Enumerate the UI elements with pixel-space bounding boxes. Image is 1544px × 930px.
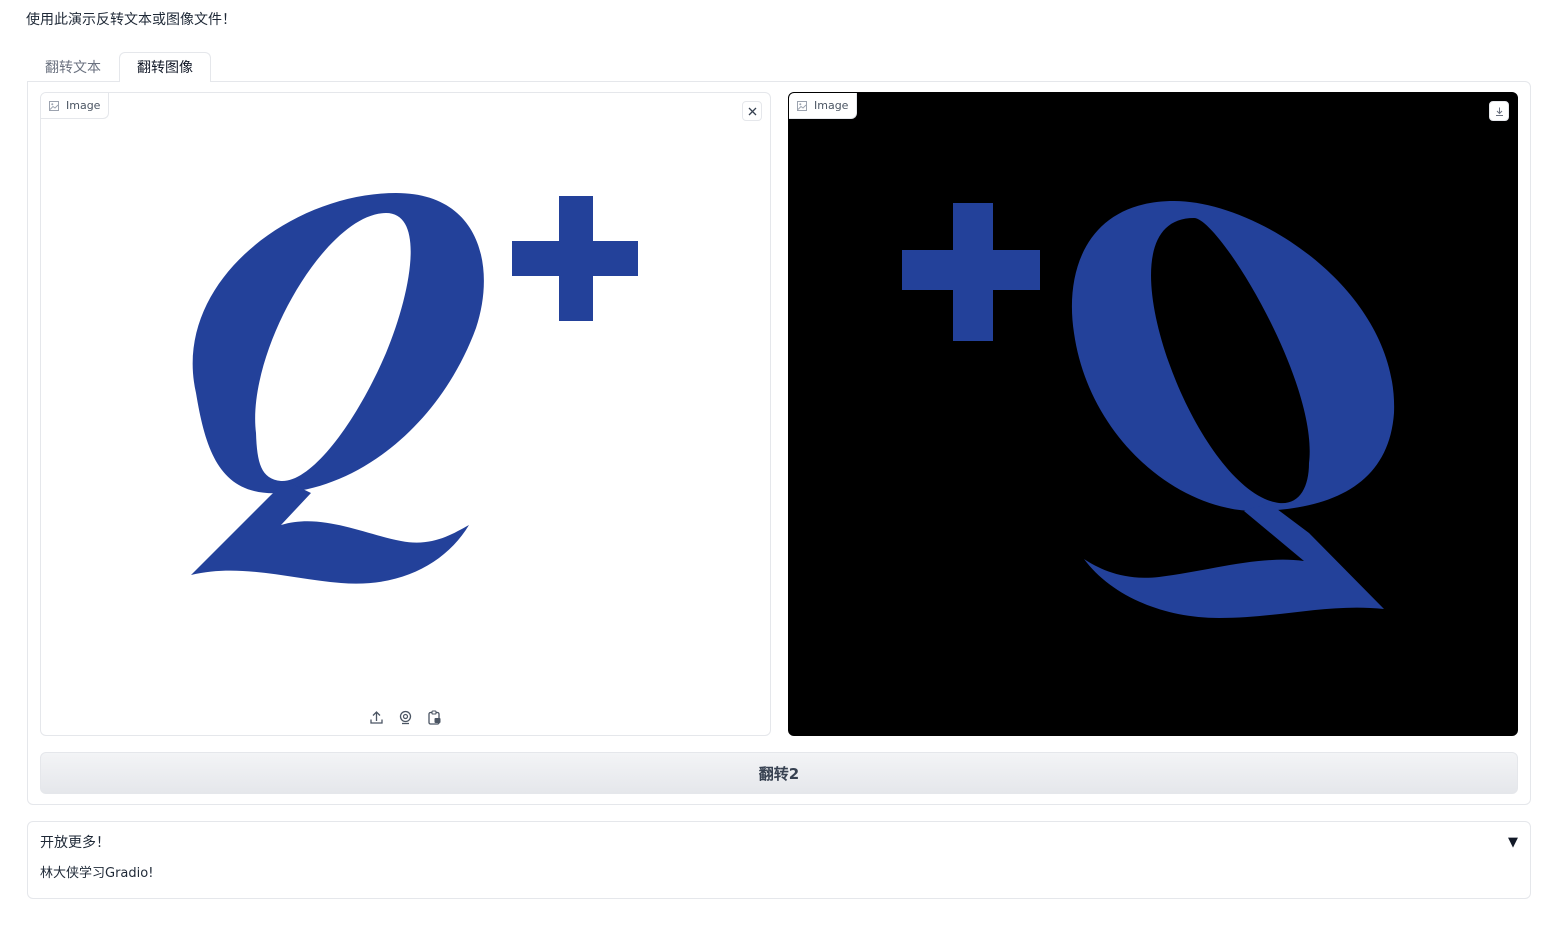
tab-flip-image[interactable]: 翻转图像 xyxy=(119,52,211,82)
clipboard-icon xyxy=(428,709,441,725)
image-icon xyxy=(49,100,59,111)
download-icon xyxy=(1495,107,1503,116)
tab-flip-text[interactable]: 翻转文本 xyxy=(27,52,119,82)
output-image-label: Image xyxy=(789,93,858,119)
image-source-toolbar xyxy=(41,709,770,725)
intro-text: 使用此演示反转文本或图像文件！ xyxy=(26,12,236,28)
upload-icon xyxy=(370,710,383,724)
output-image-box: Image xyxy=(788,92,1518,736)
input-image-label: Image xyxy=(41,93,110,119)
flip-image-button[interactable]: 翻转2 xyxy=(40,752,1518,794)
accordion-content: 林大侠学习Gradio! xyxy=(40,866,154,881)
input-image-picture xyxy=(191,193,638,584)
webcam-icon xyxy=(399,710,412,724)
tab-bar: 翻转文本 翻转图像 xyxy=(27,52,211,82)
upload-button[interactable] xyxy=(369,709,385,725)
paste-clipboard-button[interactable] xyxy=(427,709,443,725)
triangle-down-icon: ▼ xyxy=(1508,834,1518,850)
accordion-header[interactable]: 开放更多！ ▼ xyxy=(40,832,1518,852)
clear-image-button[interactable] xyxy=(742,101,762,121)
close-icon xyxy=(748,107,756,115)
more-accordion: 开放更多！ ▼ 林大侠学习Gradio! xyxy=(27,821,1531,899)
input-image-box[interactable]: Image xyxy=(40,92,771,736)
download-image-button[interactable] xyxy=(1489,101,1509,121)
tab-panel-flip-image: Image Image 翻转2 xyxy=(27,81,1531,805)
output-image-picture xyxy=(789,93,1517,735)
image-icon xyxy=(797,100,807,111)
webcam-button[interactable] xyxy=(398,709,414,725)
input-image-label-text: Image xyxy=(66,99,101,112)
accordion-title: 开放更多！ xyxy=(40,835,110,851)
output-image-label-text: Image xyxy=(814,99,849,112)
